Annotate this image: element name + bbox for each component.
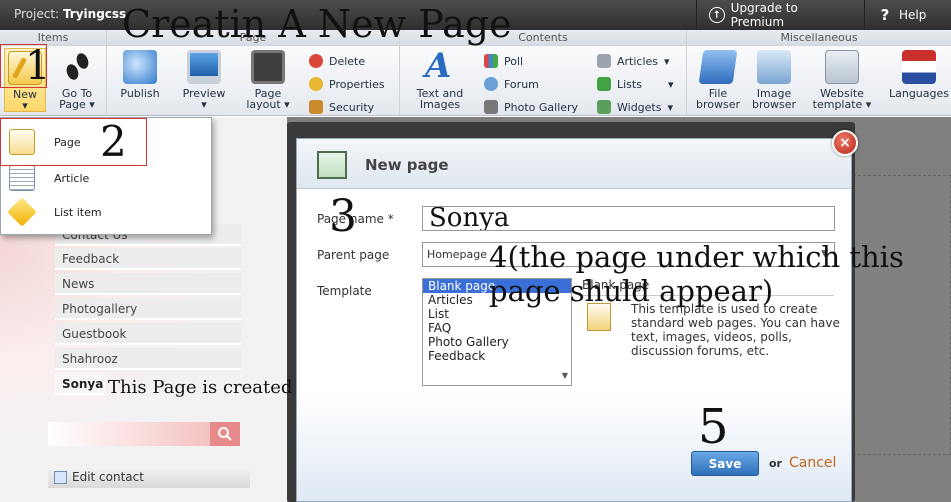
page-name-input[interactable]: Sonya (422, 206, 835, 231)
widgets-chevron-down-icon: ▾ (667, 100, 673, 114)
menu-item-list-item[interactable]: List item (1, 194, 211, 230)
project-name: Tryingcss (62, 7, 127, 21)
upgrade-button[interactable]: ↑ Upgrade to Premium (696, 0, 864, 30)
text-and-images-button[interactable]: Text and Images (410, 46, 470, 110)
monitor-icon (187, 50, 221, 84)
camera-icon (484, 100, 498, 114)
layout-icon (251, 50, 285, 84)
search-button[interactable] (210, 422, 240, 446)
go-to-page-button[interactable]: Go To Page ▾ (54, 50, 100, 110)
new-chevron-down-icon: ▾ (22, 99, 28, 112)
publish-button[interactable]: Publish (115, 50, 165, 99)
lock-icon (309, 100, 323, 114)
preview-button[interactable]: Preview ▾ (179, 50, 229, 110)
articles-button[interactable]: Articles ▾ (597, 54, 670, 68)
sidebar-item-feedback[interactable]: Feedback (55, 248, 241, 270)
poll-chart-icon (484, 54, 498, 68)
lists-plus-icon (597, 77, 611, 91)
articles-tag-icon (597, 54, 611, 68)
search-input[interactable] (48, 422, 212, 446)
poll-button[interactable]: Poll (484, 54, 523, 68)
template-option-faq[interactable]: FAQ (423, 321, 571, 335)
properties-button[interactable]: Properties (309, 77, 385, 91)
sidebar-item-photogallery[interactable]: Photogallery (55, 298, 241, 320)
cancel-link[interactable]: Cancel (789, 455, 836, 471)
website-template-icon (825, 50, 859, 84)
delete-button[interactable]: Delete (309, 54, 365, 68)
widgets-button[interactable]: Widgets ▾ (597, 100, 673, 114)
upgrade-arrow-icon: ↑ (709, 7, 725, 23)
help-button[interactable]: ? Help (864, 0, 951, 30)
preview-chevron-down-icon: ▾ (201, 98, 207, 111)
properties-gear-icon (309, 77, 323, 91)
new-page-dialog: New page Page name * Sonya Parent page H… (296, 138, 852, 502)
template-option-photo-gallery[interactable]: Photo Gallery (423, 335, 571, 349)
sidebar-item-sonya[interactable]: Sonya (55, 373, 105, 395)
annotation-step-1: 1 (25, 43, 51, 89)
flag-icon (902, 50, 936, 84)
folder-icon (698, 50, 738, 84)
help-icon: ? (880, 6, 890, 24)
article-lines-icon (9, 165, 35, 191)
sidebar-item-news[interactable]: News (55, 273, 241, 295)
forum-button[interactable]: Forum (484, 77, 539, 91)
new-page-icon (317, 151, 347, 179)
publish-globe-icon (123, 50, 157, 84)
template-option-feedback[interactable]: Feedback (423, 349, 571, 363)
website-template-button[interactable]: Website template ▾ (807, 50, 877, 110)
annotation-step-5: 5 (698, 399, 729, 455)
annotation-created-note: This Page is created (108, 377, 293, 398)
annotation-step-3: 3 (329, 191, 357, 242)
close-icon: × (839, 135, 851, 151)
lists-chevron-down-icon: ▾ (667, 77, 674, 91)
annotation-step-4: 4(the page under which this page shuld a… (489, 240, 904, 308)
template-label: Template (317, 284, 372, 298)
photo-gallery-button[interactable]: Photo Gallery (484, 100, 578, 114)
dialog-title: New page (365, 156, 449, 174)
languages-button[interactable]: Languages (887, 50, 951, 99)
security-button[interactable]: Security (309, 100, 374, 114)
sidebar-item-guestbook[interactable]: Guestbook (55, 323, 241, 345)
page-layout-button[interactable]: Page layout ▾ (243, 50, 293, 110)
image-camera-icon (757, 50, 791, 84)
dialog-header: New page (297, 139, 851, 189)
list-item-cube-icon (7, 197, 37, 227)
project-title: Project: Tryingcss (14, 7, 127, 21)
edit-contact-icon (54, 470, 67, 484)
forum-bubbles-icon (484, 77, 498, 91)
template-option-list[interactable]: List (423, 307, 571, 321)
or-separator: or (769, 457, 782, 470)
search-icon (218, 427, 232, 441)
annotation-step-2: 2 (100, 117, 127, 166)
list-scroll-down-icon[interactable]: ▼ (562, 369, 568, 383)
close-dialog-button[interactable]: × (832, 130, 858, 156)
file-browser-button[interactable]: File browser (693, 50, 743, 110)
parent-page-label: Parent page (317, 248, 390, 262)
template-description: This template is used to create standard… (631, 302, 840, 358)
edit-contact-button[interactable]: Edit contact (48, 466, 250, 488)
footprints-icon (60, 50, 94, 84)
ribbon-group-miscellaneous: Miscellaneous File browser Image browser… (687, 30, 951, 116)
lists-button[interactable]: Lists ▾ (597, 77, 674, 91)
articles-chevron-down-icon: ▾ (664, 54, 670, 68)
annotation-headline: Creatin A New Page (122, 2, 512, 46)
delete-icon (309, 54, 323, 68)
image-browser-button[interactable]: Image browser (749, 50, 799, 110)
sidebar-item-shahrooz[interactable]: Shahrooz (55, 348, 241, 370)
widgets-icon (597, 100, 611, 114)
text-letter-icon (423, 46, 457, 86)
